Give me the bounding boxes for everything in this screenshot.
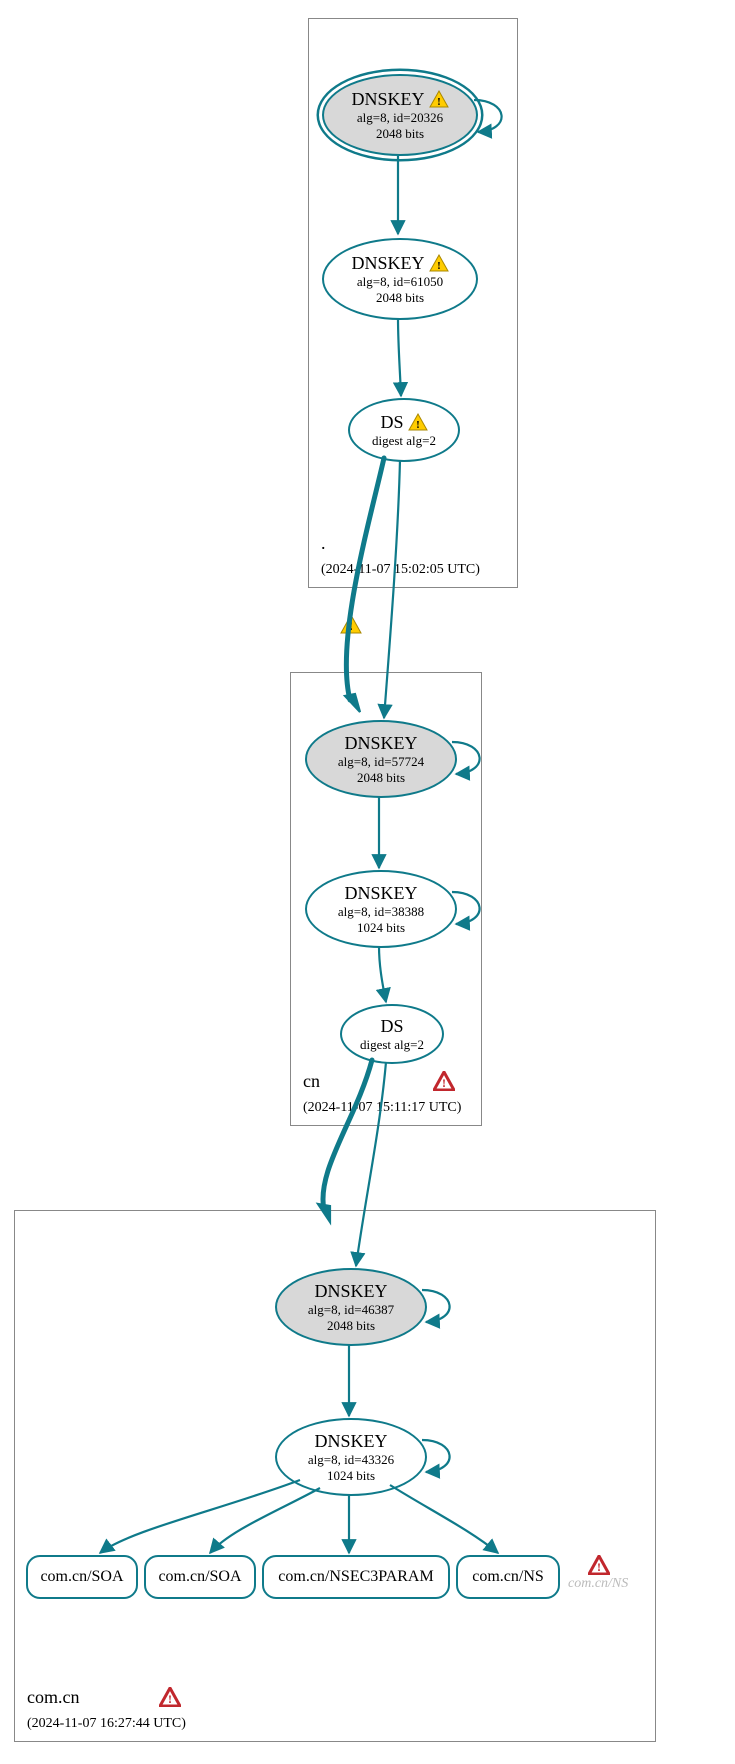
node-sub: alg=8, id=20326	[357, 110, 443, 126]
node-title: DNSKEY	[314, 1431, 387, 1452]
node-rr-nsec3: com.cn/NSEC3PARAM	[262, 1555, 450, 1599]
node-sub: 2048 bits	[376, 290, 424, 306]
warning-icon: !	[408, 413, 428, 431]
node-title: DNSKEY	[344, 883, 417, 904]
zone-root-timestamp: (2024-11-07 15:02:05 UTC)	[321, 562, 480, 577]
zone-root-name: .	[321, 533, 326, 553]
svg-text:!: !	[168, 1692, 172, 1706]
node-sub: alg=8, id=38388	[338, 904, 424, 920]
node-sub: 2048 bits	[357, 770, 405, 786]
node-label: com.cn/SOA	[158, 1568, 241, 1586]
node-sub: alg=8, id=57724	[338, 754, 424, 770]
node-sub: 1024 bits	[357, 920, 405, 936]
node-title: DS !	[380, 412, 427, 433]
node-title: DNSKEY !	[351, 253, 448, 274]
node-cn-ds: DS digest alg=2	[340, 1004, 444, 1064]
node-label: com.cn/SOA	[40, 1568, 123, 1586]
zone-cn-name: cn	[303, 1071, 320, 1091]
node-title: DNSKEY	[314, 1281, 387, 1302]
node-title: DNSKEY !	[351, 89, 448, 110]
error-icon: !	[159, 1687, 181, 1713]
svg-text:!: !	[349, 619, 353, 633]
node-sub: alg=8, id=46387	[308, 1302, 394, 1318]
svg-text:!: !	[437, 260, 441, 272]
svg-text:!: !	[597, 1560, 601, 1574]
node-root-ds: DS ! digest alg=2	[348, 398, 460, 462]
node-cn-zsk: DNSKEY alg=8, id=38388 1024 bits	[305, 870, 457, 948]
error-icon: !	[588, 1555, 610, 1580]
warning-icon: !	[340, 614, 362, 639]
zone-comcn-timestamp: (2024-11-07 16:27:44 UTC)	[27, 1716, 186, 1731]
error-icon: !	[433, 1071, 455, 1097]
node-title: DNSKEY	[344, 733, 417, 754]
node-label: com.cn/NS	[472, 1568, 544, 1586]
svg-text:!: !	[437, 96, 441, 108]
node-title: DS	[380, 1016, 403, 1037]
node-comcn-ksk: DNSKEY alg=8, id=46387 2048 bits	[275, 1268, 427, 1346]
node-sub: digest alg=2	[360, 1037, 424, 1053]
node-comcn-zsk: DNSKEY alg=8, id=43326 1024 bits	[275, 1418, 427, 1496]
warning-icon: !	[429, 90, 449, 108]
warning-icon: !	[429, 254, 449, 272]
node-sub: alg=8, id=61050	[357, 274, 443, 290]
svg-text:!: !	[442, 1076, 446, 1090]
node-sub: 2048 bits	[376, 126, 424, 142]
zone-comcn-name: com.cn	[27, 1687, 79, 1707]
node-rr-ns: com.cn/NS	[456, 1555, 560, 1599]
node-sub: alg=8, id=43326	[308, 1452, 394, 1468]
node-root-ksk: DNSKEY ! alg=8, id=20326 2048 bits	[322, 74, 478, 156]
svg-text:!: !	[416, 419, 420, 431]
node-rr-soa2: com.cn/SOA	[144, 1555, 256, 1599]
node-label: com.cn/NSEC3PARAM	[278, 1568, 433, 1586]
node-root-zsk: DNSKEY ! alg=8, id=61050 2048 bits	[322, 238, 478, 320]
zone-cn-timestamp: (2024-11-07 15:11:17 UTC)	[303, 1100, 461, 1115]
node-cn-ksk: DNSKEY alg=8, id=57724 2048 bits	[305, 720, 457, 798]
node-sub: 1024 bits	[327, 1468, 375, 1484]
node-rr-soa1: com.cn/SOA	[26, 1555, 138, 1599]
zone-root-label: . (2024-11-07 15:02:05 UTC)	[321, 532, 480, 579]
zone-cn-label: cn ! (2024-11-07 15:11:17 UTC)	[303, 1070, 469, 1117]
node-sub: 2048 bits	[327, 1318, 375, 1334]
zone-comcn-label: com.cn ! (2024-11-07 16:27:44 UTC)	[27, 1686, 186, 1733]
node-sub: digest alg=2	[372, 433, 436, 449]
